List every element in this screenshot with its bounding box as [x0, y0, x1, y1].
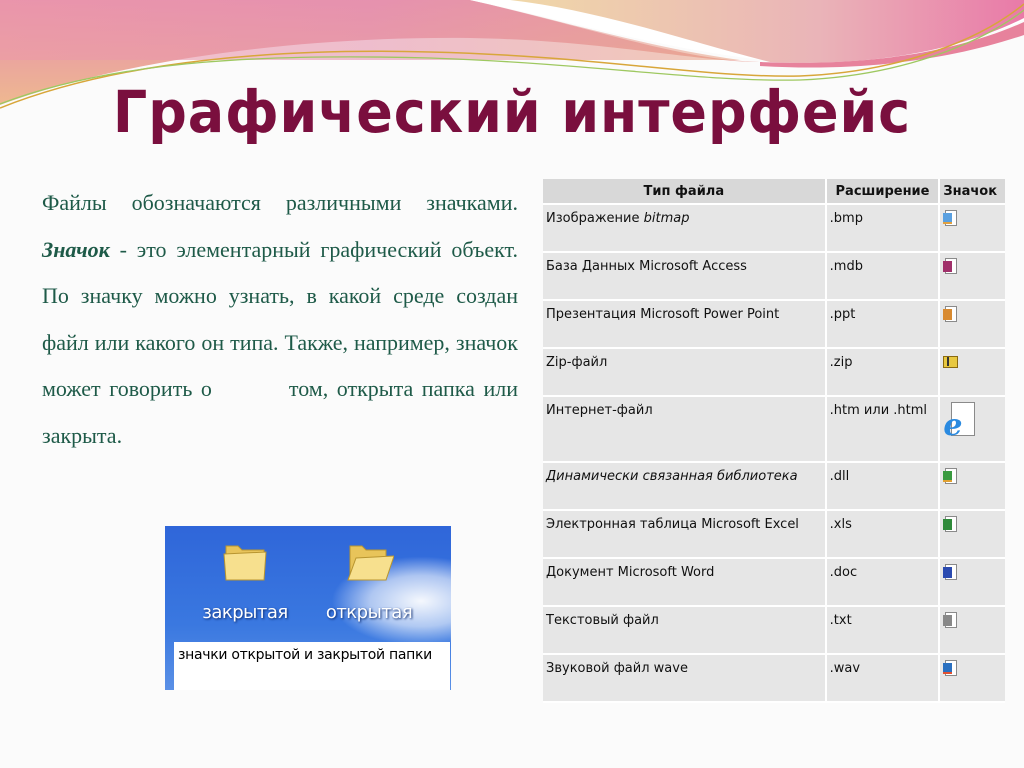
cell-extension: .txt [825, 606, 941, 655]
access-icon [943, 258, 958, 275]
table-row: Документ Microsoft Word .doc [543, 558, 1005, 607]
body-text-part1: Файлы обозначаются различными значками. [42, 190, 518, 215]
folder-icons-image: закрытая открытая значки открытой и закр… [165, 526, 451, 690]
cell-extension: .mdb [825, 252, 941, 301]
cell-extension: .wav [825, 654, 941, 703]
wave-audio-icon [943, 660, 958, 677]
file-type-text: Документ Microsoft Word [546, 565, 715, 580]
body-paragraph: Файлы обозначаются различными значками. … [42, 180, 518, 459]
cell-file-type: Текстовый файл [543, 606, 827, 655]
table-row: Звуковой файл wave .wav [543, 654, 1005, 703]
table-row: Интернет-файл .htm или .html e [543, 396, 1005, 463]
excel-icon [943, 516, 958, 533]
cell-icon [939, 252, 1005, 301]
cell-extension: .zip [825, 348, 941, 397]
body-text-part2: - это элементарный графический объект. П… [42, 236, 518, 448]
cell-icon [939, 510, 1005, 559]
cell-icon [939, 558, 1005, 607]
cell-file-type: Звуковой файл wave [543, 654, 827, 703]
cell-file-type: Электронная таблица Microsoft Excel [543, 510, 827, 559]
table-header-row: Тип файла Расширение Значок [543, 179, 1005, 205]
cell-icon [939, 606, 1005, 655]
cell-extension: .xls [825, 510, 941, 559]
file-types-table: Тип файла Расширение Значок Изображение … [543, 179, 1005, 703]
table-row: Изображение bitmap .bmp [543, 204, 1005, 253]
cell-extension: .bmp [825, 204, 941, 253]
table-row: Динамически связанная библиотека .dll [543, 462, 1005, 511]
header-icon: Значок [939, 179, 1005, 205]
zip-icon [943, 354, 959, 371]
cell-extension: .ppt [825, 300, 941, 349]
file-type-italic-text: bitmap [643, 211, 690, 226]
file-type-text: Изображение [546, 211, 644, 226]
header-extension: Расширение [825, 179, 941, 205]
powerpoint-icon [943, 306, 958, 323]
closed-folder-label: закрытая [202, 602, 288, 623]
dll-icon [943, 468, 958, 485]
open-folder-icon [347, 545, 395, 581]
file-type-text: Электронная таблица Microsoft Excel [546, 517, 799, 532]
table-row: Электронная таблица Microsoft Excel .xls [543, 510, 1005, 559]
cell-extension: .doc [825, 558, 941, 607]
closed-folder: закрытая [195, 540, 295, 623]
file-type-text: Zip-файл [546, 355, 608, 370]
table-row: Zip-файл .zip [543, 348, 1005, 397]
file-type-text: Текстовый файл [546, 613, 659, 628]
file-type-text: Презентация Microsoft Power Point [546, 307, 780, 322]
cell-file-type: Изображение bitmap [543, 204, 827, 253]
cell-file-type: База Данных Microsoft Access [543, 252, 827, 301]
folder-image-caption: значки открытой и закрытой папки [174, 642, 450, 690]
cell-file-type: Презентация Microsoft Power Point [543, 300, 827, 349]
cell-file-type: Zip-файл [543, 348, 827, 397]
file-type-text: Звуковой файл wave [546, 661, 688, 676]
table-row: Презентация Microsoft Power Point .ppt [543, 300, 1005, 349]
cell-icon [939, 654, 1005, 703]
cell-icon: e [939, 396, 1005, 463]
open-folder-label: открытая [325, 602, 413, 623]
table-row: Текстовый файл .txt [543, 606, 1005, 655]
body-keyword: Значок [42, 236, 110, 262]
internet-explorer-icon: e [943, 402, 977, 443]
file-type-text: Интернет-файл [546, 403, 653, 418]
closed-folder-icon [223, 545, 267, 581]
table-row: База Данных Microsoft Access .mdb [543, 252, 1005, 301]
cell-file-type: Интернет-файл [543, 396, 827, 463]
text-file-icon [943, 612, 958, 629]
slide-title: Графический интерфейс [112, 78, 912, 146]
cell-icon [939, 348, 1005, 397]
word-icon [943, 564, 958, 581]
cell-icon [939, 204, 1005, 253]
open-folder: открытая [319, 540, 419, 623]
file-type-italic-text: Динамически связанная библиотека [546, 469, 798, 484]
file-type-text: База Данных Microsoft Access [546, 259, 747, 274]
bitmap-icon [943, 210, 958, 227]
cell-icon [939, 300, 1005, 349]
header-file-type: Тип файла [543, 179, 827, 205]
cell-icon [939, 462, 1005, 511]
cell-extension: .htm или .html [825, 396, 941, 463]
cell-extension: .dll [825, 462, 941, 511]
cell-file-type: Динамически связанная библиотека [543, 462, 827, 511]
cell-file-type: Документ Microsoft Word [543, 558, 827, 607]
